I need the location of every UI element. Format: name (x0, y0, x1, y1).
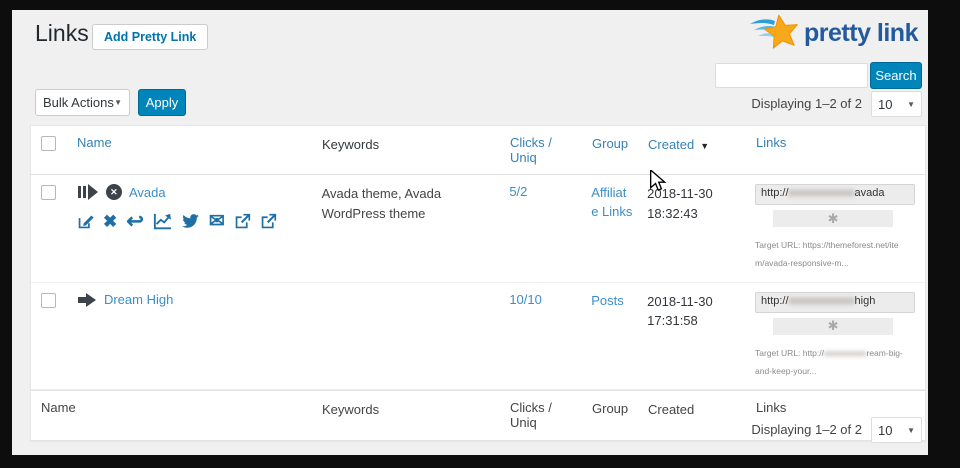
footer-clicks-header: Clicks / Uniq (500, 391, 588, 439)
sort-links-header[interactable]: Links (756, 135, 786, 150)
redirect-type-icon (77, 184, 99, 200)
sort-name-header[interactable]: Name (77, 135, 112, 150)
redirect-type-icon (77, 292, 97, 308)
target-url-value: Target URL: https://themeforest.net/item… (755, 240, 899, 268)
group-link[interactable]: Posts (591, 293, 624, 308)
delete-icon[interactable]: ✖ (103, 213, 117, 230)
sort-created-header[interactable]: Created (648, 137, 694, 152)
per-page-select-bottom[interactable]: 10 ▼ (871, 417, 922, 443)
created-cell: 2018-11-30 18:32:43 (637, 175, 747, 232)
add-pretty-link-button[interactable]: Add Pretty Link (92, 24, 208, 50)
target-url-text: Target URL: http://xxxxxxxxxxream-big-an… (755, 345, 905, 381)
search-input[interactable] (715, 63, 868, 88)
pretty-link-logo: pretty link (748, 12, 918, 54)
keywords-header: Keywords (312, 126, 500, 164)
pretty-link-url-field[interactable]: http://xxxxxxxxxxxxavada (755, 184, 915, 205)
table-row: ✕ Avada ✖ ↩ (31, 175, 925, 283)
pretty-link-url-field[interactable]: http://xxxxxxxxxxxxhigh (755, 292, 915, 313)
edit-icon[interactable] (77, 213, 94, 230)
row-actions: ✖ ↩ ✉ (77, 213, 302, 230)
bulk-actions-label: Bulk Actions (43, 95, 114, 110)
pretty-link-admin-page: Links Add Pretty Link pretty link Search… (12, 10, 928, 455)
row-checkbox[interactable] (41, 293, 56, 308)
created-cell: 2018-11-30 17:31:58 (637, 283, 747, 340)
visit-link-icon[interactable] (234, 213, 251, 230)
footer-name-header: Name (31, 391, 312, 424)
page-title: Links (35, 20, 89, 47)
search-button[interactable]: Search (870, 62, 922, 89)
keywords-cell (312, 283, 500, 301)
footer-group-header: Group (588, 391, 638, 428)
per-page-select-top[interactable]: 10 ▼ (871, 91, 922, 117)
select-all-checkbox[interactable] (41, 136, 56, 151)
reset-icon[interactable]: ↩ (126, 213, 144, 230)
sort-clicks-header[interactable]: Clicks / Uniq (510, 135, 552, 165)
twitter-icon[interactable] (181, 214, 200, 230)
email-icon[interactable]: ✉ (209, 213, 225, 230)
url-prefix: http:// (761, 295, 789, 307)
target-url-redacted: xxxxxxxxxx (824, 348, 867, 358)
apply-button[interactable]: Apply (138, 89, 186, 116)
keywords-cell: Avada theme, Avada WordPress theme (312, 175, 500, 232)
chevron-down-icon: ▼ (114, 98, 122, 107)
link-name[interactable]: Avada (129, 185, 166, 200)
per-page-value: 10 (878, 423, 892, 438)
links-table: Name Keywords Clicks / Uniq Group Create… (30, 125, 926, 441)
displaying-count-bottom: Displaying 1–2 of 2 (751, 422, 862, 437)
url-suffix: avada (855, 187, 885, 199)
footer-created-header: Created (638, 391, 748, 429)
clicks-link[interactable]: 5/2 (509, 184, 527, 199)
spinner-box: ✱ (773, 210, 893, 227)
chevron-down-icon: ▼ (907, 100, 915, 109)
asterisk-icon: ✱ (828, 211, 839, 227)
link-disabled-icon: ✕ (106, 184, 122, 200)
pretty-link-star-icon (748, 12, 804, 54)
url-redacted: xxxxxxxxxxxx (789, 295, 855, 307)
bulk-actions-select[interactable]: Bulk Actions ▼ (35, 89, 130, 116)
stats-chart-icon[interactable] (153, 213, 172, 230)
spinner-box: ✱ (773, 318, 893, 335)
asterisk-icon: ✱ (828, 318, 839, 334)
sort-desc-icon: ▼ (700, 141, 709, 151)
sort-group-header[interactable]: Group (592, 136, 628, 151)
url-suffix: high (855, 295, 876, 307)
url-prefix: http:// (761, 187, 789, 199)
per-page-value: 10 (878, 97, 892, 112)
clicks-link[interactable]: 10/10 (509, 292, 542, 307)
table-row: Dream High 10/10 Posts 2018-11-30 17:31:… (31, 283, 925, 391)
link-name[interactable]: Dream High (104, 292, 173, 307)
visit-target-icon[interactable] (260, 213, 277, 230)
target-url-text: Target URL: https://themeforest.net/item… (755, 237, 905, 273)
table-header-row: Name Keywords Clicks / Uniq Group Create… (31, 126, 925, 175)
brand-name: pretty link (804, 19, 918, 48)
row-checkbox[interactable] (41, 185, 56, 200)
url-redacted: xxxxxxxxxxxx (789, 187, 855, 199)
chevron-down-icon: ▼ (907, 426, 915, 435)
group-link[interactable]: Affiliate Links (591, 185, 632, 219)
displaying-count-top: Displaying 1–2 of 2 (751, 96, 862, 111)
footer-keywords-header: Keywords (312, 391, 500, 429)
target-url-prefix: Target URL: http:// (755, 348, 824, 358)
